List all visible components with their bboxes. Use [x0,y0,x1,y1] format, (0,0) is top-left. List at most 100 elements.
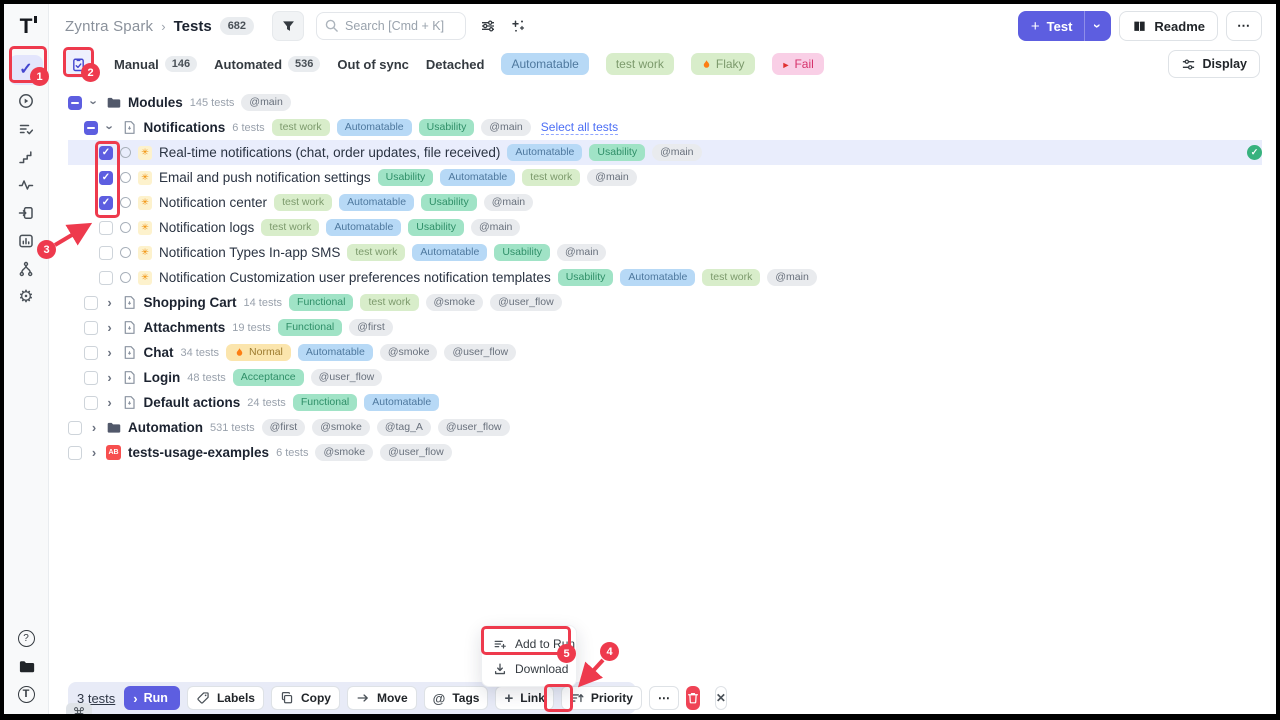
menu-item-add-run[interactable]: Add to Run [486,631,572,656]
row-checkbox[interactable] [84,296,98,310]
tag-chip[interactable]: @main [587,169,636,186]
row-checkbox[interactable] [84,346,98,360]
tag-chip[interactable]: Functional [278,319,342,336]
tag-chip[interactable]: Automatable [620,269,695,286]
tag-chip[interactable]: Automatable [364,394,439,411]
tag-chip[interactable]: test work [261,219,319,236]
tag-chip[interactable]: Automatable [326,219,401,236]
row-checkbox[interactable] [99,271,113,285]
tag-chip[interactable]: test work [272,119,330,136]
suite-row[interactable]: ›Chat34 testsNormalAutomatable@smoke@use… [68,340,1262,365]
readme-button[interactable]: Readme [1119,11,1218,41]
chevron-right-icon[interactable]: › [105,295,115,310]
sidebar-item-list-check-icon[interactable] [9,117,43,141]
bulk-link-button[interactable]: +Link [495,686,553,710]
header-more-button[interactable]: ⋯ [1226,11,1262,41]
tag-chip[interactable]: test work [360,294,418,311]
filter-item[interactable]: Automated536 [214,56,320,72]
tag-chip[interactable]: @user_flow [311,369,383,386]
chevron-right-icon[interactable]: › [89,420,99,435]
chevron-right-icon[interactable]: › [89,445,99,460]
tag-chip[interactable]: @main [767,269,816,286]
test-row[interactable]: ✓✳Email and push notification settingsUs… [68,165,1262,190]
tag-chip[interactable]: @main [481,119,530,136]
test-row[interactable]: ✓✳Notification centertest workAutomatabl… [68,190,1262,215]
bulk-more-button[interactable]: ⋯ [649,686,679,710]
tag-chip[interactable]: @main [557,244,606,261]
chevron-right-icon[interactable]: › [105,320,115,335]
tag-chip[interactable]: Functional [289,294,353,311]
tag-chip[interactable]: Automatable [298,344,373,361]
tag-chip[interactable]: Usability [419,119,475,136]
tag-chip[interactable]: @smoke [312,419,370,436]
tag-chip[interactable]: @main [484,194,533,211]
folder-row[interactable]: ›Automation531 tests@first@smoke@tag_A@u… [68,415,1262,440]
search-box[interactable] [316,12,466,40]
tag-chip[interactable]: @first [262,419,306,436]
sidebar-item-stairs-icon[interactable] [9,145,43,169]
delete-button[interactable] [686,686,700,710]
filter-chip[interactable]: ►Fail [772,53,824,75]
tag-chip[interactable]: Automatable [507,144,582,161]
sidebar-item-activity-icon[interactable] [9,173,43,197]
test-row[interactable]: ✳Notification Types In-app SMStest workA… [68,240,1262,265]
tag-chip[interactable]: @main [241,94,290,111]
sidebar-item-folder-icon[interactable] [9,654,43,678]
tag-chip[interactable]: @user_flow [380,444,452,461]
chevron-down-icon[interactable]: › [102,123,117,133]
new-test-button[interactable]: + Test › [1018,11,1112,41]
row-checkbox[interactable] [68,96,82,110]
filter-item[interactable]: Manual146 [114,56,197,72]
filter-chip[interactable]: Automatable [501,53,588,75]
close-selection-button[interactable]: ✕ [715,686,727,710]
row-checkbox[interactable] [84,321,98,335]
tag-chip[interactable]: Automatable [412,244,487,261]
tag-chip[interactable]: @main [471,219,520,236]
tag-chip[interactable]: Usability [558,269,614,286]
filter-chip[interactable]: Flaky [691,53,755,75]
tag-chip[interactable]: @smoke [380,344,438,361]
suite-row[interactable]: ›Attachments19 testsFunctional@first [68,315,1262,340]
tag-chip[interactable]: Automatable [337,119,412,136]
row-checkbox[interactable] [99,246,113,260]
sidebar-item-check-icon[interactable]: ✓ [9,55,43,85]
tag-chip[interactable]: Normal [226,344,291,361]
row-checkbox[interactable] [99,221,113,235]
sidebar-item-branch-icon[interactable] [9,257,43,281]
adjustments-icon[interactable] [480,18,496,34]
test-row[interactable]: ✓✳Real-time notifications (chat, order u… [68,140,1262,165]
breadcrumb-project[interactable]: Zyntra Spark [65,18,153,35]
tag-chip[interactable]: test work [274,194,332,211]
tag-chip[interactable]: @main [652,144,701,161]
chevron-right-icon[interactable]: › [105,345,115,360]
row-checkbox[interactable]: ✓ [99,171,113,185]
row-checkbox[interactable] [68,446,82,460]
app-logo[interactable]: T [20,11,33,43]
sidebar-item-box-arrow-icon[interactable] [9,201,43,225]
bulk-tags-button[interactable]: @Tags [424,686,489,710]
suite-row[interactable]: ›Login48 testsAcceptance@user_flow [68,365,1262,390]
tag-chip[interactable]: @first [349,319,393,336]
tag-chip[interactable]: @smoke [426,294,484,311]
suite-row[interactable]: ›Shopping Cart14 testsFunctionaltest wor… [68,290,1262,315]
menu-item-download[interactable]: Download [486,656,572,681]
suite-row[interactable]: ›ABtests-usage-examples6 tests@smoke@use… [68,440,1262,465]
chevron-down-icon[interactable]: › [87,98,102,108]
tag-chip[interactable]: Automatable [339,194,414,211]
row-checkbox[interactable]: ✓ [99,146,113,160]
tag-chip[interactable]: test work [522,169,580,186]
sidebar-item-question-icon[interactable]: ? [9,626,43,650]
filter-item[interactable]: Detached [426,57,485,72]
sidebar-item-gear-icon[interactable]: ⚙ [9,285,43,309]
sidebar-item-bar-chart-icon[interactable] [9,229,43,253]
chevron-right-icon[interactable]: › [105,370,115,385]
tag-chip[interactable]: Functional [293,394,357,411]
tag-chip[interactable]: @user_flow [444,344,516,361]
bulk-priority-button[interactable]: Priority [561,686,642,710]
display-button[interactable]: Display [1168,50,1260,78]
test-row[interactable]: ✳Notification Customization user prefere… [68,265,1262,290]
tag-chip[interactable]: test work [702,269,760,286]
filter-funnel-button[interactable] [272,11,304,41]
tag-chip[interactable]: test work [347,244,405,261]
tag-chip[interactable]: @smoke [315,444,373,461]
